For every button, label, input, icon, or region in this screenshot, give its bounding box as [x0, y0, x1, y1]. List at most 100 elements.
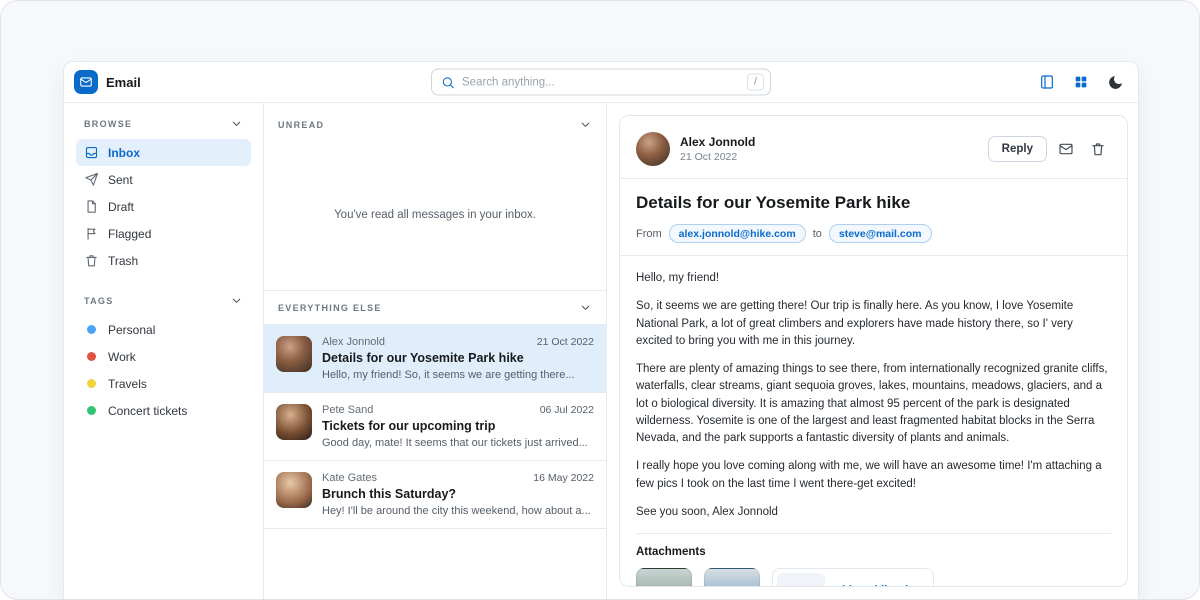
tag-color-dot [87, 352, 96, 361]
chevron-down-icon[interactable] [579, 301, 592, 314]
avatar [636, 132, 670, 166]
sidebar-item-label: Trash [108, 254, 138, 268]
forward-mail-button[interactable] [1053, 136, 1079, 162]
sidebar: Browse Inbox Sent [64, 103, 264, 600]
divider [636, 533, 1111, 534]
sidebar-item-label: Flagged [108, 227, 151, 241]
message-detail-pane: Alex Jonnold 21 Oct 2022 Reply [607, 103, 1138, 600]
mail-item-body: Alex Jonnold 21 Oct 2022 Details for our… [322, 336, 594, 381]
header-actions [1034, 69, 1128, 95]
sidebar-item-label: Inbox [108, 146, 140, 160]
chevron-down-icon[interactable] [230, 117, 243, 130]
envelope-icon [1058, 141, 1074, 157]
trash-icon [1090, 141, 1106, 157]
message-paragraph: There are plenty of amazing things to se… [636, 361, 1111, 447]
avatar [276, 336, 312, 372]
sidebar-item-flagged[interactable]: Flagged [76, 220, 251, 247]
unread-empty-message: You've read all messages in your inbox. [264, 140, 606, 290]
tag-item-work[interactable]: Work [76, 343, 251, 370]
browse-section-label: Browse [84, 119, 132, 129]
tag-item-concert-tickets[interactable]: Concert tickets [76, 397, 251, 424]
search-shortcut-key: / [747, 74, 764, 91]
sidebar-item-trash[interactable]: Trash [76, 247, 251, 274]
send-icon [84, 172, 99, 187]
reply-button[interactable]: Reply [988, 136, 1047, 162]
mail-date: 06 Jul 2022 [540, 404, 594, 416]
email-app-window: Email / [63, 61, 1139, 600]
mail-item-body: Pete Sand 06 Jul 2022 Tickets for our up… [322, 404, 594, 449]
tags-section: Tags Personal Work Travels [76, 294, 251, 424]
tag-color-dot [87, 325, 96, 334]
unread-section-header[interactable]: Unread [264, 103, 606, 140]
tags-section-header[interactable]: Tags [76, 294, 251, 307]
dark-mode-toggle[interactable] [1102, 69, 1128, 95]
attachment-file-card[interactable]: videos-hike.zip 100 MB [772, 568, 934, 587]
tags-section-label: Tags [84, 296, 114, 306]
flag-icon [84, 226, 99, 241]
mail-list-item[interactable]: Alex Jonnold 21 Oct 2022 Details for our… [264, 325, 606, 393]
book-icon-button[interactable] [1034, 69, 1060, 95]
everything-else-label: Everything else [278, 303, 382, 313]
tag-color-dot [87, 406, 96, 415]
draft-icon [84, 199, 99, 214]
everything-else-section-header[interactable]: Everything else [264, 290, 606, 325]
mail-subject: Details for our Yosemite Park hike [322, 351, 594, 365]
message-sender-block: Alex Jonnold 21 Oct 2022 [680, 135, 755, 163]
attachment-image-2[interactable] [704, 568, 760, 587]
mail-subject: Tickets for our upcoming trip [322, 419, 594, 433]
file-name: videos-hike.zip [836, 584, 915, 587]
message-date: 21 Oct 2022 [680, 151, 755, 163]
mail-subject: Brunch this Saturday? [322, 487, 594, 501]
chevron-down-icon[interactable] [579, 118, 592, 131]
tag-item-personal[interactable]: Personal [76, 316, 251, 343]
inbox-icon [84, 145, 99, 160]
mail-snippet: Good day, mate! It seems that our ticket… [322, 437, 594, 449]
attachments-row: videos-hike.zip 100 MB [636, 568, 1111, 587]
mail-list-column: Unread You've read all messages in your … [264, 103, 607, 600]
mail-sender: Alex Jonnold [322, 336, 385, 348]
tag-label: Personal [108, 323, 155, 337]
mail-item-body: Kate Gates 16 May 2022 Brunch this Satur… [322, 472, 594, 517]
message-sender-name: Alex Jonnold [680, 135, 755, 149]
message-body: Hello, my friend! So, it seems we are ge… [636, 270, 1111, 521]
mail-date: 21 Oct 2022 [537, 336, 594, 348]
mail-date: 16 May 2022 [533, 472, 594, 484]
message-actions: Reply [988, 136, 1111, 162]
tag-label: Travels [108, 377, 147, 391]
divider [620, 255, 1127, 256]
sidebar-item-inbox[interactable]: Inbox [76, 139, 251, 166]
browse-section-header[interactable]: Browse [76, 117, 251, 130]
attachment-image-1[interactable] [636, 568, 692, 587]
mail-sender: Pete Sand [322, 404, 373, 416]
message-card: Alex Jonnold 21 Oct 2022 Reply [619, 115, 1128, 587]
mail-list-item[interactable]: Kate Gates 16 May 2022 Brunch this Satur… [264, 461, 606, 529]
delete-message-button[interactable] [1085, 136, 1111, 162]
sidebar-item-sent[interactable]: Sent [76, 166, 251, 193]
sidebar-item-draft[interactable]: Draft [76, 193, 251, 220]
app-title: Email [106, 75, 141, 90]
avatar [276, 404, 312, 440]
tag-label: Concert tickets [108, 404, 187, 418]
from-email-chip[interactable]: alex.jonnold@hike.com [669, 224, 806, 243]
message-addresses: From alex.jonnold@hike.com to steve@mail… [636, 224, 1111, 243]
to-label: to [813, 228, 822, 240]
sidebar-item-label: Sent [108, 173, 133, 187]
unread-section-label: Unread [278, 120, 324, 130]
screen-frame: Email / [0, 0, 1200, 600]
to-email-chip[interactable]: steve@mail.com [829, 224, 932, 243]
message-paragraph: So, it seems we are getting there! Our t… [636, 298, 1111, 350]
search-bar[interactable]: / [431, 69, 771, 96]
search-icon [441, 75, 455, 89]
from-label: From [636, 228, 662, 240]
search-input[interactable] [462, 76, 740, 88]
chevron-down-icon[interactable] [230, 294, 243, 307]
apps-grid-button[interactable] [1068, 69, 1094, 95]
mail-list-item[interactable]: Pete Sand 06 Jul 2022 Tickets for our up… [264, 393, 606, 461]
divider [620, 178, 1127, 179]
mail-snippet: Hey! I'll be around the city this weeken… [322, 505, 594, 517]
tag-item-travels[interactable]: Travels [76, 370, 251, 397]
message-subject: Details for our Yosemite Park hike [636, 193, 1111, 213]
trash-icon [84, 253, 99, 268]
message-paragraph: Hello, my friend! [636, 270, 1111, 287]
tag-color-dot [87, 379, 96, 388]
